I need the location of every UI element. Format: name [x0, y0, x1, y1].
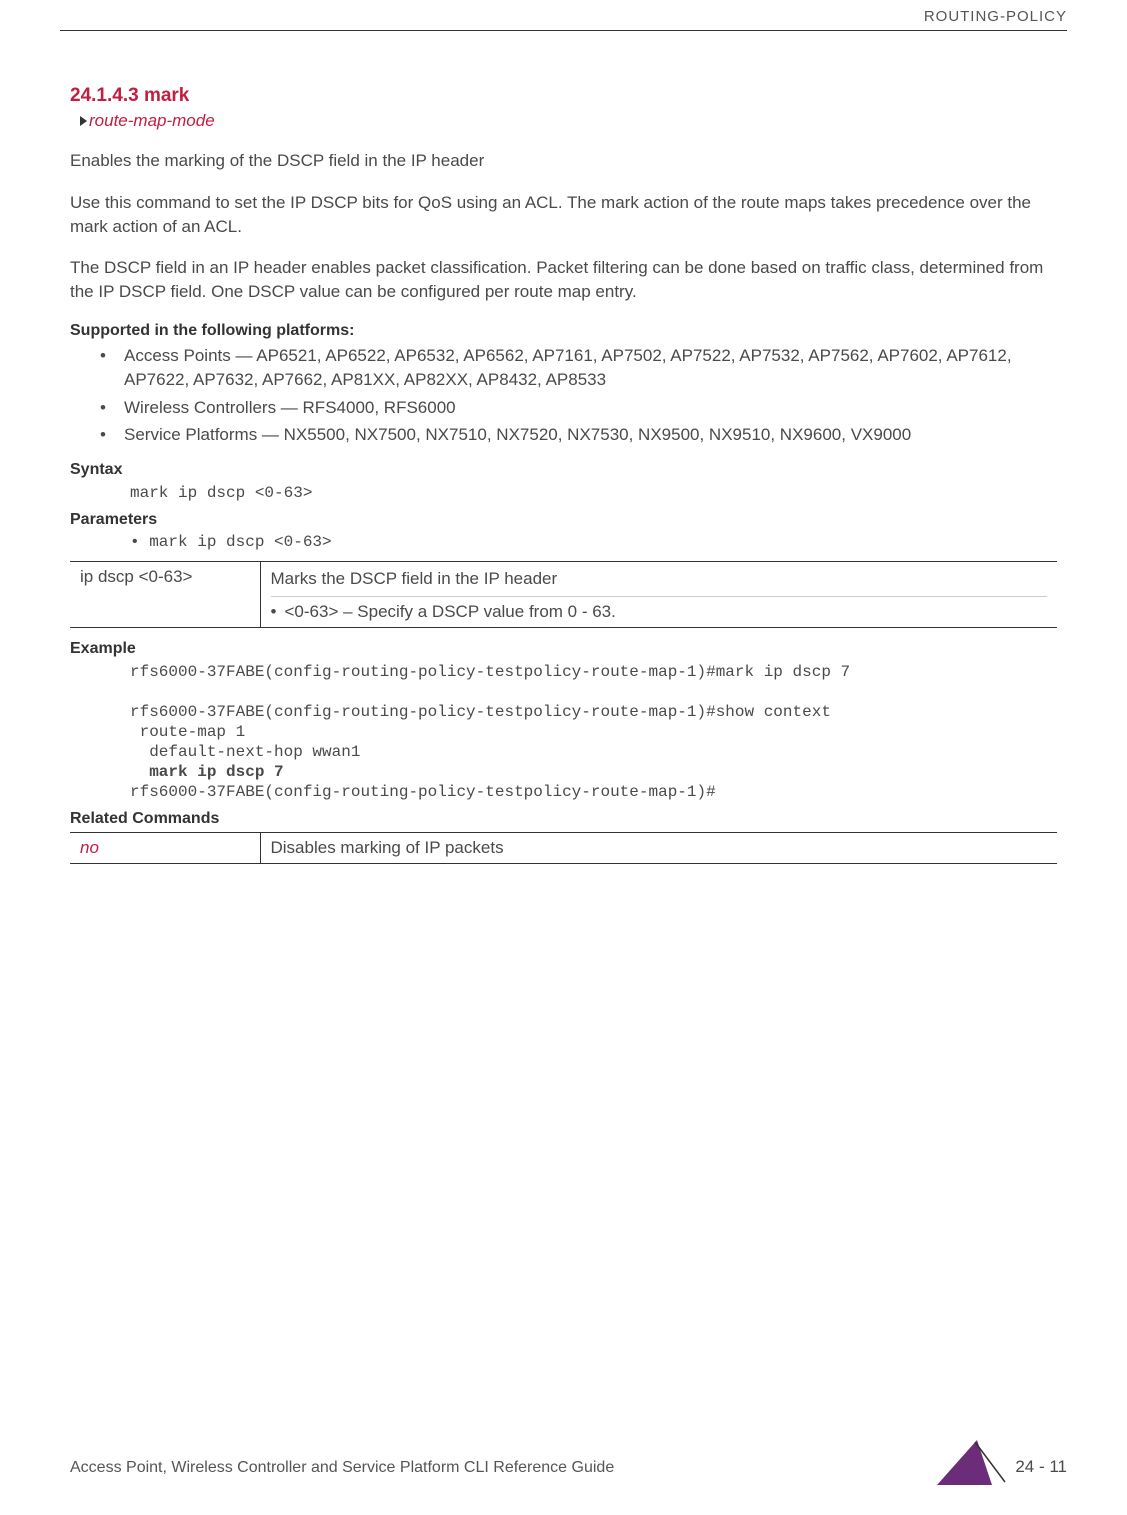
section-heading: 24.1.4.3 mark [70, 85, 1057, 107]
code-line: rfs6000-37FABE(config-routing-policy-tes… [130, 783, 716, 801]
list-item: Wireless Controllers — RFS4000, RFS6000 [100, 396, 1057, 420]
param-desc-line: Marks the DSCP field in the IP header [271, 567, 1048, 591]
breadcrumb-arrow-icon [80, 116, 87, 126]
related-heading: Related Commands [70, 810, 1057, 828]
intro-para-3: The DSCP field in an IP header enables p… [70, 256, 1057, 304]
intro-para-2: Use this command to set the IP DSCP bits… [70, 191, 1057, 239]
param-name-cell: ip dscp <0-63> [70, 562, 260, 628]
param-desc-cell: Marks the DSCP field in the IP header <0… [260, 562, 1057, 628]
parameters-table: ip dscp <0-63> Marks the DSCP field in t… [70, 561, 1057, 628]
code-line-bold: mark ip dscp 7 [130, 763, 284, 781]
breadcrumb: route-map-mode [80, 111, 1057, 131]
running-head: ROUTING-POLICY [924, 8, 1067, 25]
header-rule [60, 30, 1067, 31]
intro-para-1: Enables the marking of the DSCP field in… [70, 149, 1057, 173]
code-line: rfs6000-37FABE(config-routing-policy-tes… [130, 663, 850, 681]
example-heading: Example [70, 640, 1057, 658]
code-line: rfs6000-37FABE(config-routing-policy-tes… [130, 703, 831, 721]
related-commands-table: no Disables marking of IP packets [70, 832, 1057, 864]
code-line: default-next-hop wwan1 [130, 743, 360, 761]
syntax-code: mark ip dscp <0-63> [70, 483, 1057, 503]
list-item: Service Platforms — NX5500, NX7500, NX75… [100, 423, 1057, 447]
page-number: 24 - 11 [1015, 1457, 1067, 1477]
param-desc-bullet: <0-63> – Specify a DSCP value from 0 - 6… [271, 596, 1048, 622]
supported-heading: Supported in the following platforms: [70, 322, 1057, 340]
example-code: rfs6000-37FABE(config-routing-policy-tes… [70, 662, 1057, 802]
breadcrumb-link[interactable]: route-map-mode [89, 111, 215, 131]
code-line: route-map 1 [130, 723, 245, 741]
supported-platforms-list: Access Points — AP6521, AP6522, AP6532, … [70, 344, 1057, 447]
related-desc-cell: Disables marking of IP packets [260, 833, 1057, 864]
related-cmd-link[interactable]: no [80, 838, 99, 857]
footer-doc-title: Access Point, Wireless Controller and Se… [70, 1459, 614, 1477]
table-row: no Disables marking of IP packets [70, 833, 1057, 864]
related-cmd-cell: no [70, 833, 260, 864]
parameters-heading: Parameters [70, 511, 1057, 529]
syntax-heading: Syntax [70, 461, 1057, 479]
page-footer: Access Point, Wireless Controller and Se… [70, 1457, 1067, 1477]
main-content: 24.1.4.3 mark route-map-mode Enables the… [0, 0, 1127, 864]
parameters-bullet: • mark ip dscp <0-63> [70, 533, 1057, 551]
table-row: ip dscp <0-63> Marks the DSCP field in t… [70, 562, 1057, 628]
list-item: Access Points — AP6521, AP6522, AP6532, … [100, 344, 1057, 392]
